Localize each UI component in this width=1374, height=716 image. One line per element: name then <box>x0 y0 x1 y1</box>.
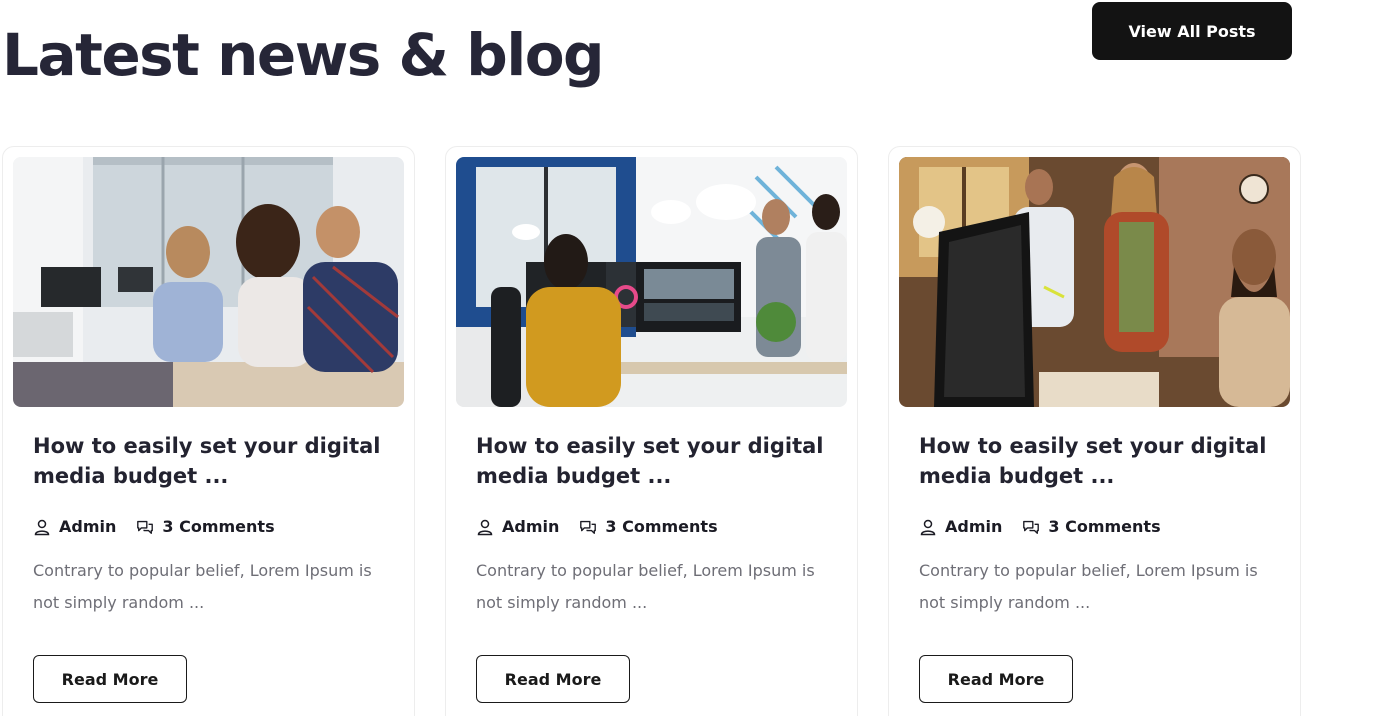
blog-card-meta: Admin 3 Comments <box>476 517 738 536</box>
author-meta[interactable]: Admin <box>476 517 559 536</box>
comments-count: 3 Comments <box>605 517 718 536</box>
read-more-button[interactable]: Read More <box>33 655 187 703</box>
blog-card: How to easily set your digital media bud… <box>445 146 858 716</box>
blog-card-excerpt: Contrary to popular belief, Lorem Ipsum … <box>33 561 372 612</box>
read-more-button[interactable]: Read More <box>919 655 1073 703</box>
blog-card: How to easily set your digital media bud… <box>2 146 415 716</box>
user-icon <box>477 519 493 535</box>
section-title: Latest news & blog <box>2 21 605 89</box>
author-name: Admin <box>59 517 117 536</box>
blog-card-meta: Admin 3 Comments <box>919 517 1181 536</box>
blog-card-title[interactable]: How to easily set your digital media bud… <box>919 431 1279 491</box>
blog-section: Latest news & blog View All Posts How to… <box>0 0 1374 716</box>
blog-card-excerpt: Contrary to popular belief, Lorem Ipsum … <box>476 561 815 612</box>
user-icon <box>34 519 50 535</box>
team-discussion-photo <box>899 157 1290 407</box>
view-all-posts-button[interactable]: View All Posts <box>1092 2 1292 60</box>
comments-count: 3 Comments <box>162 517 275 536</box>
author-name: Admin <box>502 517 560 536</box>
comments-meta[interactable]: 3 Comments <box>579 517 718 536</box>
comments-icon <box>580 520 597 534</box>
comments-meta[interactable]: 3 Comments <box>136 517 275 536</box>
blog-card-image[interactable] <box>13 157 404 407</box>
video-editing-desk-photo <box>456 157 847 407</box>
blog-card-image[interactable] <box>899 157 1290 407</box>
comments-icon <box>137 520 154 534</box>
comments-meta[interactable]: 3 Comments <box>1022 517 1161 536</box>
user-icon <box>920 519 936 535</box>
blog-card-meta: Admin 3 Comments <box>33 517 295 536</box>
author-meta[interactable]: Admin <box>33 517 116 536</box>
author-name: Admin <box>945 517 1003 536</box>
blog-card-title[interactable]: How to easily set your digital media bud… <box>476 431 836 491</box>
blog-card-image[interactable] <box>456 157 847 407</box>
comments-icon <box>1023 520 1040 534</box>
comments-count: 3 Comments <box>1048 517 1161 536</box>
blog-card-excerpt: Contrary to popular belief, Lorem Ipsum … <box>919 561 1258 612</box>
office-meeting-photo <box>13 157 404 407</box>
author-meta[interactable]: Admin <box>919 517 1002 536</box>
blog-card-title[interactable]: How to easily set your digital media bud… <box>33 431 393 491</box>
read-more-button[interactable]: Read More <box>476 655 630 703</box>
blog-card: How to easily set your digital media bud… <box>888 146 1301 716</box>
